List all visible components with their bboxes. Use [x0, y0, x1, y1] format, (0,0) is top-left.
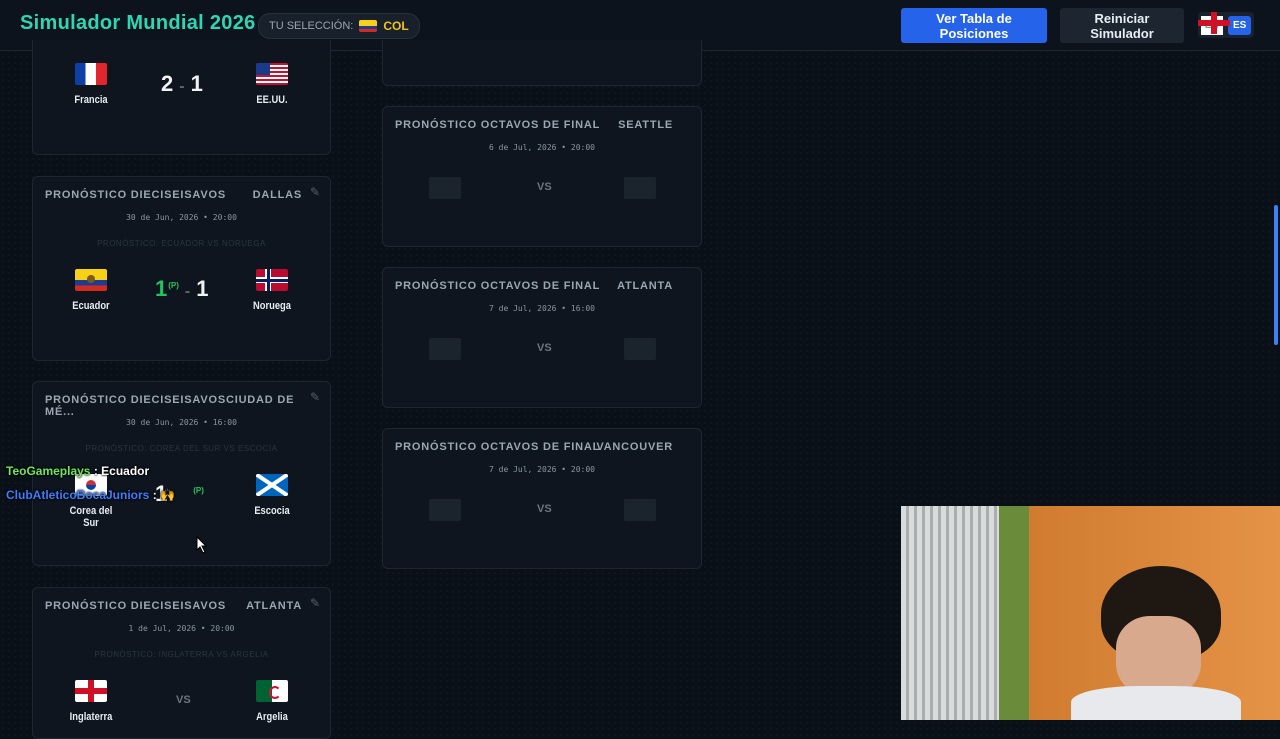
view-standings-button[interactable]: Ver Tabla de Posiciones: [901, 8, 1047, 43]
pencil-icon[interactable]: ✎: [310, 596, 320, 610]
app-title: Simulador Mundial 2026: [20, 12, 256, 34]
round-label: PRONÓSTICO OCTAVOS DE FINAL: [395, 441, 601, 453]
away-score: 1: [190, 71, 203, 96]
round-label: PRONÓSTICO DIECISEISAVOS: [45, 600, 226, 612]
home-score: 1: [155, 276, 168, 301]
pencil-icon[interactable]: ✎: [310, 390, 320, 404]
lang-en-button[interactable]: EN: [1200, 15, 1223, 35]
match-card[interactable]: Francia 2-1 EE.UU.: [32, 40, 331, 155]
selection-label: TU SELECCIÓN:: [269, 20, 354, 32]
home-team[interactable]: Ecuador: [56, 269, 126, 312]
prediction-text: PRONÓSTICO: ECUADOR VS NORUEGA: [97, 239, 266, 248]
france-flag-icon: [75, 63, 107, 85]
away-team[interactable]: Argelia: [237, 680, 307, 723]
team-slot-empty[interactable]: [624, 499, 656, 521]
mouse-cursor-icon: [196, 536, 208, 554]
team-slot-empty[interactable]: [624, 177, 656, 199]
round-label: PRONÓSTICO DIECISEISAVOS: [45, 189, 226, 201]
round-label: PRONÓSTICO OCTAVOS DE FINAL: [395, 119, 601, 131]
team-slot-empty[interactable]: [624, 338, 656, 360]
home-team-name: Francia: [74, 94, 108, 106]
venue-label: DALLAS: [252, 189, 302, 201]
venue-label: ATLANTA: [246, 600, 302, 612]
match-date: 30 de Jun, 2026 • 16:00: [126, 418, 237, 427]
card-header: PRONÓSTICO DIECISEISAVOS DALLAS: [45, 189, 316, 201]
home-score: 2: [161, 71, 174, 96]
team-slot-empty[interactable]: [429, 499, 461, 521]
match-date: 7 de Jul, 2026 • 20:00: [489, 465, 595, 474]
home-team-name: Ecuador: [72, 300, 110, 312]
match-card[interactable]: PRONÓSTICO DIECISEISAVOS ATLANTA ✎ 1 de …: [32, 587, 331, 739]
card-header: PRONÓSTICO OCTAVOS DE FINAL SEATTLE: [395, 119, 687, 131]
match-card[interactable]: PRONÓSTICO OCTAVOS DE FINAL VANCOUVER 7 …: [382, 428, 702, 569]
norway-flag-icon: [256, 269, 288, 291]
usa-flag-icon: [256, 63, 288, 85]
home-team[interactable]: Inglaterra: [56, 680, 126, 723]
away-team-name: Escocia: [254, 505, 290, 517]
round-label: PRONÓSTICO OCTAVOS DE FINAL: [395, 280, 601, 292]
chat-message: TeoGameplays : Ecuador: [6, 464, 150, 478]
venue-label: ATLANTA: [617, 280, 673, 292]
match-card[interactable]: PRONÓSTICO OCTAVOS DE FINAL SEATTLE 6 de…: [382, 106, 702, 247]
chat-text: 🙌: [160, 488, 175, 502]
match-card[interactable]: PRONÓSTICO DIECISEISAVOS DALLAS ✎ 30 de …: [32, 176, 331, 361]
match-date: 1 de Jul, 2026 • 20:00: [128, 624, 235, 633]
venue-label: SEATTLE: [618, 119, 673, 131]
colombia-flag-icon: [359, 20, 378, 32]
vs-label: VS: [176, 694, 191, 706]
match-score: 1(P) -1: [155, 276, 209, 301]
chat-username: TeoGameplays: [6, 464, 91, 478]
home-team-name: Inglaterra: [69, 711, 113, 723]
match-score: 2-1: [161, 71, 203, 96]
away-team[interactable]: Noruega: [237, 269, 307, 312]
scrollbar-thumb[interactable]: [1274, 205, 1278, 345]
away-team: EE.UU.: [237, 63, 307, 106]
vs-label: VS: [537, 503, 552, 515]
match-date: 30 de Jun, 2026 • 20:00: [126, 213, 237, 222]
algeria-flag-icon: [256, 680, 288, 702]
card-header: PRONÓSTICO DIECISEISAVOS ATLANTA: [45, 600, 316, 612]
home-team: Francia: [56, 63, 126, 106]
ecuador-flag-icon: [75, 269, 107, 291]
team-slot-empty[interactable]: [429, 177, 461, 199]
away-team-name: Argelia: [256, 711, 288, 723]
prediction-text: PRONÓSTICO: COREA DEL SUR VS ESCOCIA: [85, 444, 278, 453]
chat-message: ClubAtleticoBocaJuniors : 🙌: [6, 488, 175, 502]
round-label: PRONÓSTICO DIECISEISAVOSCIUDAD DE MÉ...: [45, 394, 295, 418]
card-header: PRONÓSTICO OCTAVOS DE FINAL ATLANTA: [395, 280, 687, 292]
match-date: 7 de Jul, 2026 • 16:00: [489, 304, 595, 313]
card-header: PRONÓSTICO OCTAVOS DE FINAL VANCOUVER: [395, 441, 687, 453]
vs-label: VS: [537, 181, 552, 193]
pencil-icon[interactable]: ✎: [310, 185, 320, 199]
match-card[interactable]: [382, 40, 702, 86]
vs-label: VS: [537, 342, 552, 354]
penalty-marker: (P): [193, 485, 204, 495]
prediction-text: PRONÓSTICO: INGLATERRA VS ARGELIA: [94, 650, 269, 659]
selection-code: COL: [383, 19, 409, 33]
match-date: 6 de Jul, 2026 • 20:00: [489, 143, 595, 152]
reset-simulator-button[interactable]: Reiniciar Simulador: [1060, 8, 1184, 43]
webcam-video: [901, 506, 1280, 720]
away-score: 1: [196, 276, 209, 301]
lang-es-button[interactable]: ES: [1227, 15, 1252, 35]
scotland-flag-icon: [256, 474, 288, 496]
england-flag-icon: [75, 680, 107, 702]
away-team[interactable]: Escocia: [237, 474, 307, 517]
penalty-marker: (P): [168, 280, 179, 290]
home-team-name: Corea del Sur: [69, 505, 113, 529]
team-slot-empty[interactable]: [429, 338, 461, 360]
team-selection-badge[interactable]: TU SELECCIÓN: COL: [258, 13, 420, 39]
chat-username: ClubAtleticoBocaJuniors: [6, 488, 150, 502]
away-team-name: Noruega: [253, 300, 291, 312]
away-team-name: EE.UU.: [256, 94, 288, 106]
match-card[interactable]: PRONÓSTICO OCTAVOS DE FINAL ATLANTA 7 de…: [382, 267, 702, 408]
language-toggle: EN ES: [1198, 12, 1254, 38]
chat-text: Ecuador: [101, 464, 150, 478]
venue-label: VANCOUVER: [596, 441, 673, 453]
stream-chat-overlay: TeoGameplays : Ecuador ClubAtleticoBocaJ…: [6, 459, 175, 507]
card-header: PRONÓSTICO DIECISEISAVOSCIUDAD DE MÉ...: [45, 394, 316, 418]
